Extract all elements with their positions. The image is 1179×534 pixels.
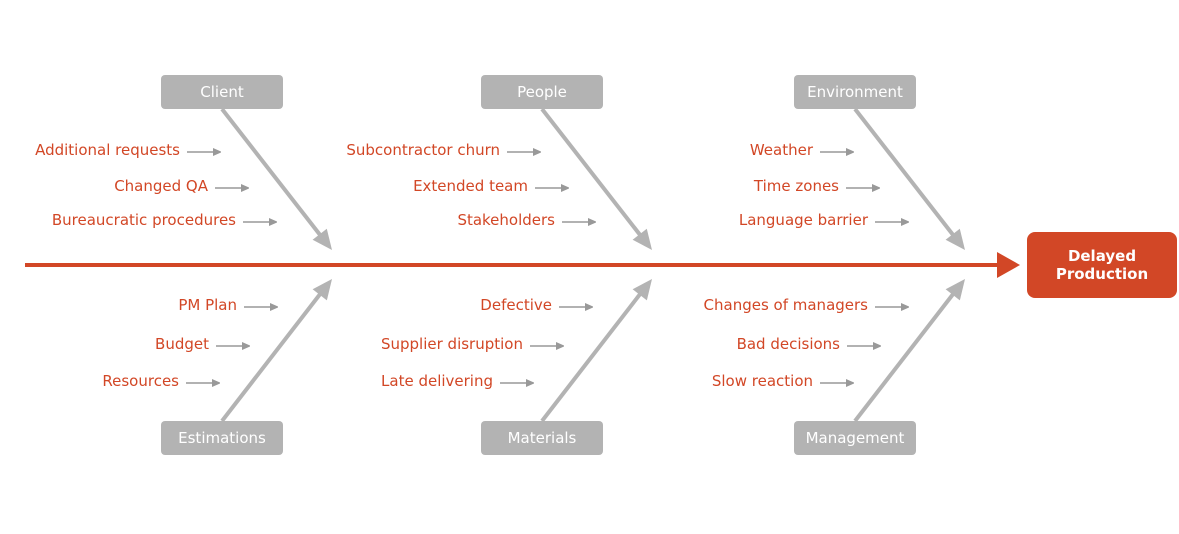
cause-label: Resources <box>102 372 179 390</box>
cause-label: Time zones <box>753 177 839 195</box>
effect-label: Delayed Production <box>1055 247 1149 283</box>
effect-box: Delayed Production <box>1027 232 1177 298</box>
category-client: Client <box>161 75 283 109</box>
spine-arrowhead <box>997 252 1020 278</box>
cause-label: Slow reaction <box>711 372 813 390</box>
cause-label: Extended team <box>413 177 528 195</box>
cause-label: PM Plan <box>178 296 237 314</box>
branch-estimations <box>220 287 326 423</box>
cause-label: Language barrier <box>738 211 868 229</box>
cause-label: Additional requests <box>35 141 180 159</box>
cause-label: Budget <box>155 335 209 353</box>
branch-client <box>220 107 326 242</box>
cause-label: Defective <box>480 296 552 314</box>
branch-people <box>540 107 646 242</box>
cause-label: Changed QA <box>114 177 208 195</box>
category-environment: Environment <box>794 75 916 109</box>
category-estimations: Estimations <box>161 421 283 455</box>
category-people: People <box>481 75 603 109</box>
branch-management <box>853 287 959 423</box>
branch-materials <box>540 287 646 423</box>
cause-label: Bureaucratic procedures <box>51 211 236 229</box>
cause-label: Subcontractor churn <box>346 141 500 159</box>
category-management: Management <box>794 421 916 455</box>
category-materials: Materials <box>481 421 603 455</box>
branch-environment <box>853 107 959 242</box>
cause-label: Weather <box>749 141 813 159</box>
cause-label: Late delivering <box>381 372 493 390</box>
cause-label: Supplier disruption <box>380 335 523 353</box>
cause-label: Bad decisions <box>736 335 840 353</box>
cause-label: Changes of managers <box>703 296 868 314</box>
cause-label: Stakeholders <box>457 211 555 229</box>
